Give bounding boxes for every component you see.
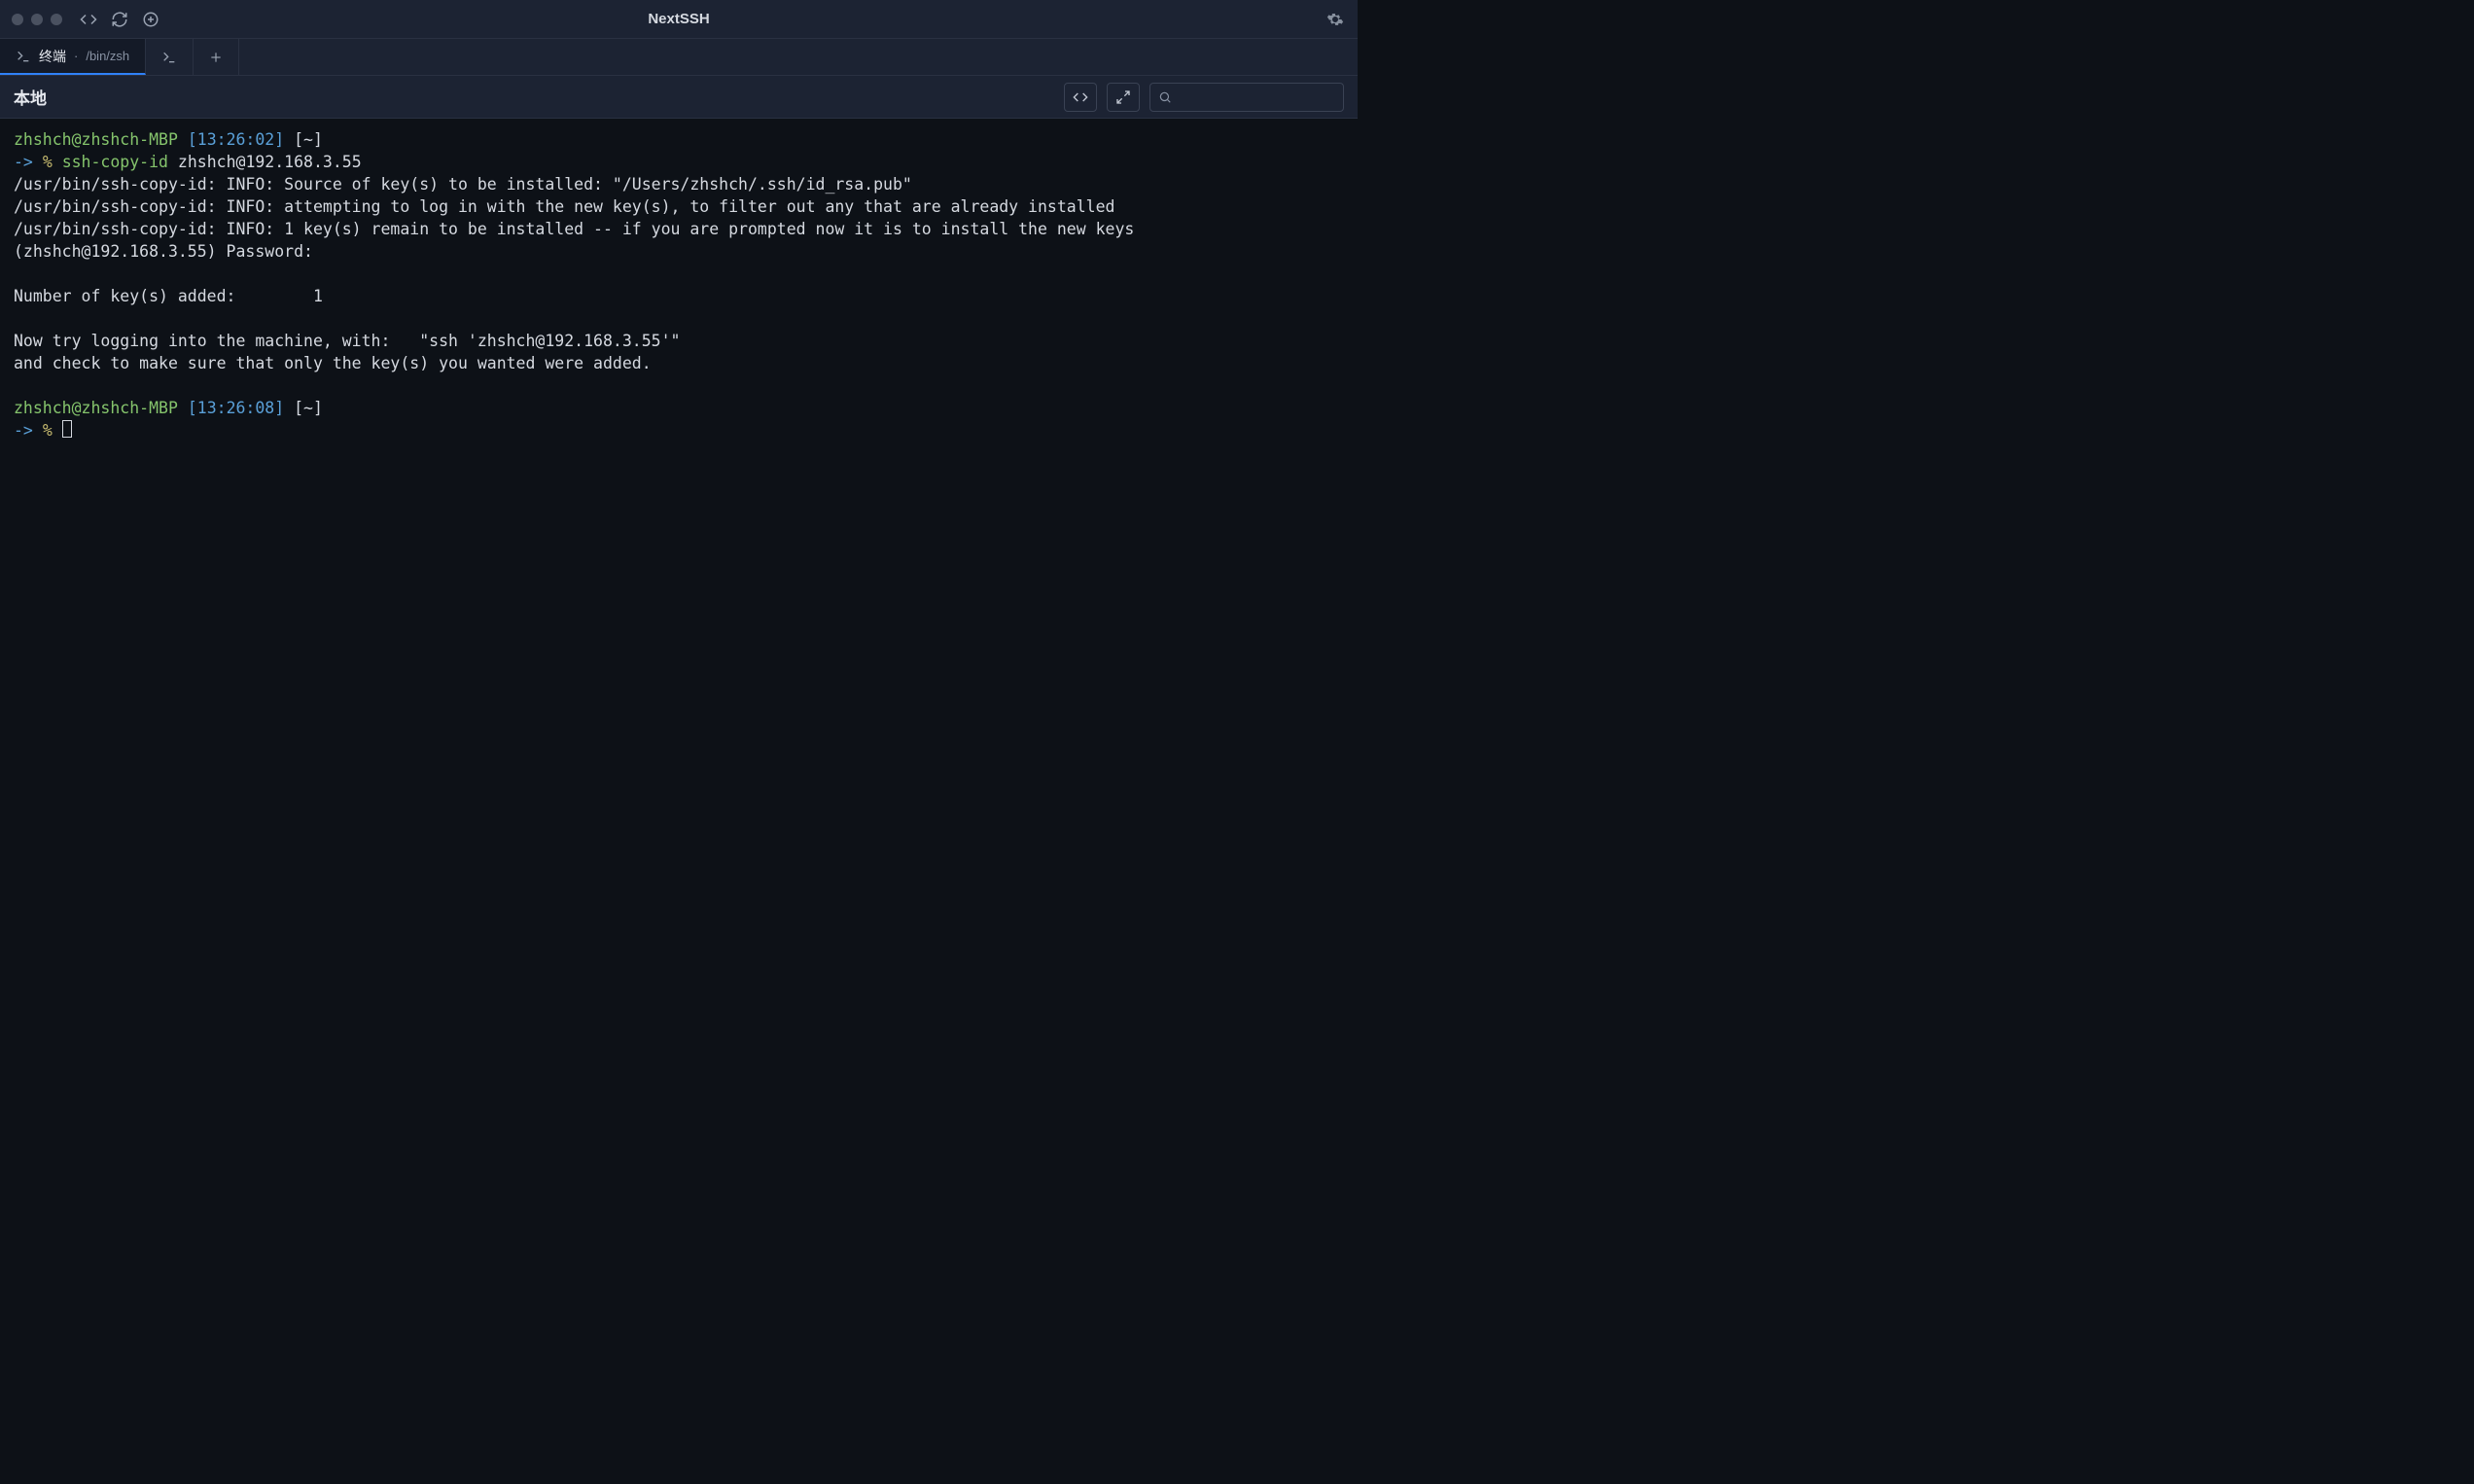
prompt-userhost: zhshch@zhshch-MBP (14, 399, 178, 417)
term-line: /usr/bin/ssh-copy-id: INFO: Source of ke… (14, 175, 912, 194)
prompt-time: [13:26:08] (188, 399, 284, 417)
window-controls (12, 14, 62, 25)
terminal-output[interactable]: zhshch@zhshch-MBP [13:26:02] [~] -> % ss… (0, 119, 1358, 815)
minimize-window-button[interactable] (31, 14, 43, 25)
tab-separator: · (74, 49, 78, 63)
sync-icon[interactable] (111, 11, 128, 28)
search-icon (1158, 90, 1172, 104)
plus-icon (209, 51, 223, 64)
zoom-window-button[interactable] (51, 14, 62, 25)
tab-label: 终端 (39, 47, 66, 66)
tab-terminal-active[interactable]: 终端 · /bin/zsh (0, 39, 146, 75)
cmd-arg: zhshch@192.168.3.55 (178, 153, 362, 171)
prompt-time: [13:26:02] (188, 130, 284, 149)
prompt-path: [~] (294, 130, 323, 149)
code-view-button[interactable] (1064, 83, 1097, 112)
session-title: 本地 (14, 85, 47, 109)
prompt-arrow: -> (14, 421, 33, 440)
prompt-arrow: -> (14, 153, 33, 171)
gear-icon[interactable] (1326, 11, 1344, 28)
prompt-pct: % (43, 421, 53, 440)
prompt-path: [~] (294, 399, 323, 417)
titlebar: NextSSH (0, 0, 1358, 39)
tab-path: /bin/zsh (86, 49, 129, 63)
term-line: /usr/bin/ssh-copy-id: INFO: 1 key(s) rem… (14, 220, 1134, 238)
terminal-icon (16, 49, 31, 64)
tabbar: 终端 · /bin/zsh (0, 39, 1358, 76)
window-title: NextSSH (648, 11, 709, 27)
close-window-button[interactable] (12, 14, 23, 25)
toolbar: 本地 (0, 76, 1358, 119)
term-line: Number of key(s) added: 1 (14, 287, 323, 305)
tab-new-terminal[interactable] (146, 39, 194, 75)
term-line: and check to make sure that only the key… (14, 354, 652, 372)
cursor (62, 420, 72, 438)
prompt-userhost: zhshch@zhshch-MBP (14, 130, 178, 149)
fullscreen-button[interactable] (1107, 83, 1140, 112)
term-line: (zhshch@192.168.3.55) Password: (14, 242, 313, 261)
terminal-icon (161, 50, 177, 65)
cmd: ssh-copy-id (62, 153, 168, 171)
tab-add[interactable] (194, 39, 239, 75)
term-line: Now try logging into the machine, with: … (14, 332, 680, 350)
add-circle-icon[interactable] (142, 11, 159, 28)
search-input[interactable] (1178, 89, 1335, 104)
term-line: /usr/bin/ssh-copy-id: INFO: attempting t… (14, 197, 1114, 216)
prompt-pct: % (43, 153, 53, 171)
code-icon[interactable] (80, 11, 97, 28)
search-box[interactable] (1149, 83, 1344, 112)
